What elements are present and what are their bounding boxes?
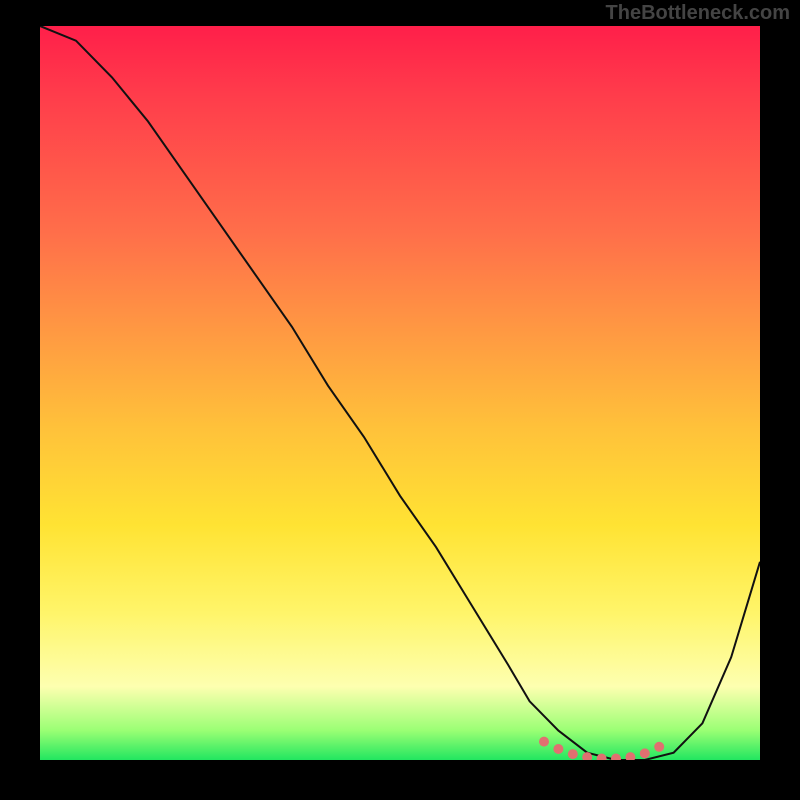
watermark-text: TheBottleneck.com xyxy=(606,2,790,25)
optimal-marker xyxy=(553,744,563,754)
optimal-marker xyxy=(611,754,621,761)
optimal-marker xyxy=(568,749,578,759)
optimal-zone-markers xyxy=(539,737,664,760)
optimal-marker xyxy=(625,752,635,760)
plot-area xyxy=(40,26,760,760)
curve-svg xyxy=(40,26,760,760)
optimal-marker xyxy=(640,748,650,758)
chart-container: TheBottleneck.com xyxy=(0,0,800,800)
optimal-marker xyxy=(539,737,549,747)
optimal-marker xyxy=(654,742,664,752)
bottleneck-curve xyxy=(40,26,760,760)
